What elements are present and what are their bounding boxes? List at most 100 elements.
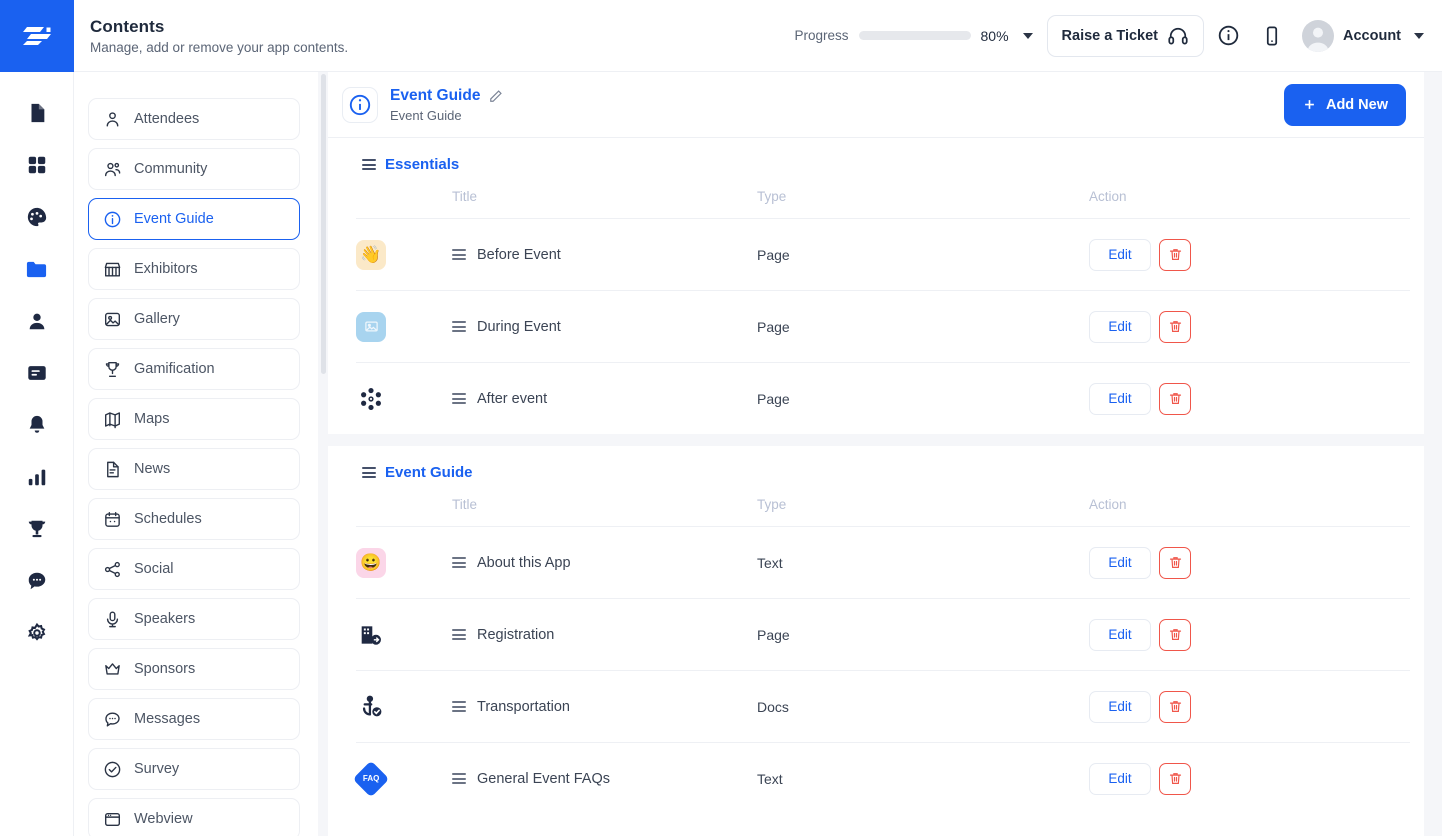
edit-button[interactable]: Edit <box>1089 618 1151 651</box>
drag-handle-icon[interactable] <box>452 772 466 785</box>
card-text-icon <box>27 366 46 380</box>
help-info-button[interactable] <box>1208 16 1248 56</box>
sidebar-item-webview[interactable]: Webview <box>88 798 300 836</box>
sidebar-item-news[interactable]: News <box>88 448 300 490</box>
sidebar-item-attendees[interactable]: Attendees <box>88 98 300 140</box>
delete-button[interactable] <box>1159 382 1191 415</box>
row-actions: Edit <box>1089 618 1191 651</box>
calendar-icon <box>105 511 120 527</box>
rail-item-settings[interactable] <box>14 610 60 656</box>
edit-button[interactable]: Edit <box>1089 238 1151 271</box>
rail-item-apps[interactable] <box>14 142 60 188</box>
microphone-icon <box>106 611 119 627</box>
row-type: Docs <box>757 698 789 715</box>
rail-item-design[interactable] <box>14 194 60 240</box>
main-region: Event Guide Event Guide Add New Essentia… <box>318 72 1442 836</box>
pencil-icon[interactable] <box>489 89 503 103</box>
chat-bubble-icon <box>105 711 120 727</box>
sidebar-item-community[interactable]: Community <box>88 148 300 190</box>
row-actions: Edit <box>1089 310 1191 343</box>
table-row[interactable]: During Event Page Edit <box>356 290 1410 363</box>
scrollbar-thumb[interactable] <box>320 74 326 374</box>
table-row[interactable]: 😀 About this App Text Edit <box>356 526 1410 599</box>
image-placeholder-icon <box>356 311 386 342</box>
edit-button[interactable]: Edit <box>1089 690 1151 723</box>
progress-label: Progress <box>794 28 849 43</box>
sidebar-item-sponsors[interactable]: Sponsors <box>88 648 300 690</box>
raise-ticket-button[interactable]: Raise a Ticket <box>1046 14 1204 57</box>
drag-handle-icon[interactable] <box>452 556 466 569</box>
drag-handle-icon[interactable] <box>452 248 466 261</box>
browser-icon <box>104 812 121 826</box>
sidebar-item-gallery[interactable]: Gallery <box>88 298 300 340</box>
delete-button[interactable] <box>1159 310 1191 343</box>
delete-button[interactable] <box>1159 690 1191 723</box>
rail-item-messages[interactable] <box>14 558 60 604</box>
drag-handle-icon[interactable] <box>362 158 376 171</box>
row-title-cell: General Event FAQs <box>452 771 610 787</box>
drag-handle-icon[interactable] <box>362 466 376 479</box>
content-header-texts: Event Guide Event Guide <box>390 87 503 123</box>
drag-handle-icon[interactable] <box>452 628 466 641</box>
sidebar-item-maps[interactable]: Maps <box>88 398 300 440</box>
sidebar-item-label: Event Guide <box>134 211 214 227</box>
sidebar-item-schedules[interactable]: Schedules <box>88 498 300 540</box>
delete-button[interactable] <box>1159 546 1191 579</box>
sidebar-item-event-guide[interactable]: Event Guide <box>88 198 300 240</box>
drag-handle-icon[interactable] <box>452 700 466 713</box>
row-title-cell: About this App <box>452 555 571 571</box>
edit-button[interactable]: Edit <box>1089 310 1151 343</box>
account-menu[interactable]: Account <box>1302 19 1424 52</box>
row-title: After event <box>477 390 548 407</box>
rail-item-gamification[interactable] <box>14 506 60 552</box>
delete-button[interactable] <box>1159 618 1191 651</box>
sidebar-item-gamification[interactable]: Gamification <box>88 348 300 390</box>
column-title: Title <box>452 189 478 204</box>
table-row[interactable]: After event Page Edit <box>356 362 1410 434</box>
edit-button[interactable]: Edit <box>1089 382 1151 415</box>
delete-button[interactable] <box>1159 238 1191 271</box>
edit-button[interactable]: Edit <box>1089 762 1151 795</box>
sidebar-item-speakers[interactable]: Speakers <box>88 598 300 640</box>
main-scrollbar[interactable] <box>318 72 328 836</box>
sidebar-item-social[interactable]: Social <box>88 548 300 590</box>
table-header-row: Title Type Action <box>356 481 1410 527</box>
sidebar-item-survey[interactable]: Survey <box>88 748 300 790</box>
section-title: Event Guide <box>385 464 473 481</box>
news-doc-icon <box>107 461 119 477</box>
rail-item-notifications[interactable] <box>14 402 60 448</box>
table-header-row: Title Type Action <box>356 173 1410 219</box>
rail-item-analytics[interactable] <box>14 454 60 500</box>
table-row[interactable]: Transportation Docs Edit <box>356 670 1410 743</box>
table-row[interactable]: 👋 Before Event Page Edit <box>356 218 1410 291</box>
sidebar-item-exhibitors[interactable]: Exhibitors <box>88 248 300 290</box>
edit-button[interactable]: Edit <box>1089 546 1151 579</box>
drag-handle-icon[interactable] <box>452 320 466 333</box>
grid-apps-icon <box>28 156 45 174</box>
sidebar-item-label: Exhibitors <box>134 261 198 277</box>
app-logo[interactable] <box>0 0 74 72</box>
row-type: Text <box>757 770 783 787</box>
trash-icon <box>1169 393 1181 404</box>
bar-chart-icon <box>28 469 45 486</box>
section-gap <box>328 434 1424 446</box>
trophy-icon <box>105 361 120 377</box>
table-row[interactable]: FAQ General Event FAQs Text Edit <box>352 742 1410 814</box>
rail-item-people[interactable] <box>14 298 60 344</box>
delete-button[interactable] <box>1159 762 1191 795</box>
mobile-preview-button[interactable] <box>1252 16 1292 56</box>
row-title-cell: During Event <box>452 319 561 335</box>
account-chevron-down-icon[interactable] <box>1414 32 1424 39</box>
chevron-down-icon[interactable] <box>1022 32 1033 39</box>
rail-item-cards[interactable] <box>14 350 60 396</box>
rail-item-contents[interactable] <box>14 246 60 292</box>
column-type: Type <box>757 189 787 204</box>
drag-handle-icon[interactable] <box>452 392 466 405</box>
sidebar-item-messages[interactable]: Messages <box>88 698 300 740</box>
row-actions: Edit <box>1089 382 1191 415</box>
trophy-icon <box>28 520 45 538</box>
rail-item-document[interactable] <box>14 90 60 136</box>
add-new-button[interactable]: Add New <box>1283 83 1406 126</box>
row-thumbnail-cell: FAQ <box>352 743 452 814</box>
table-row[interactable]: Registration Page Edit <box>356 598 1410 671</box>
